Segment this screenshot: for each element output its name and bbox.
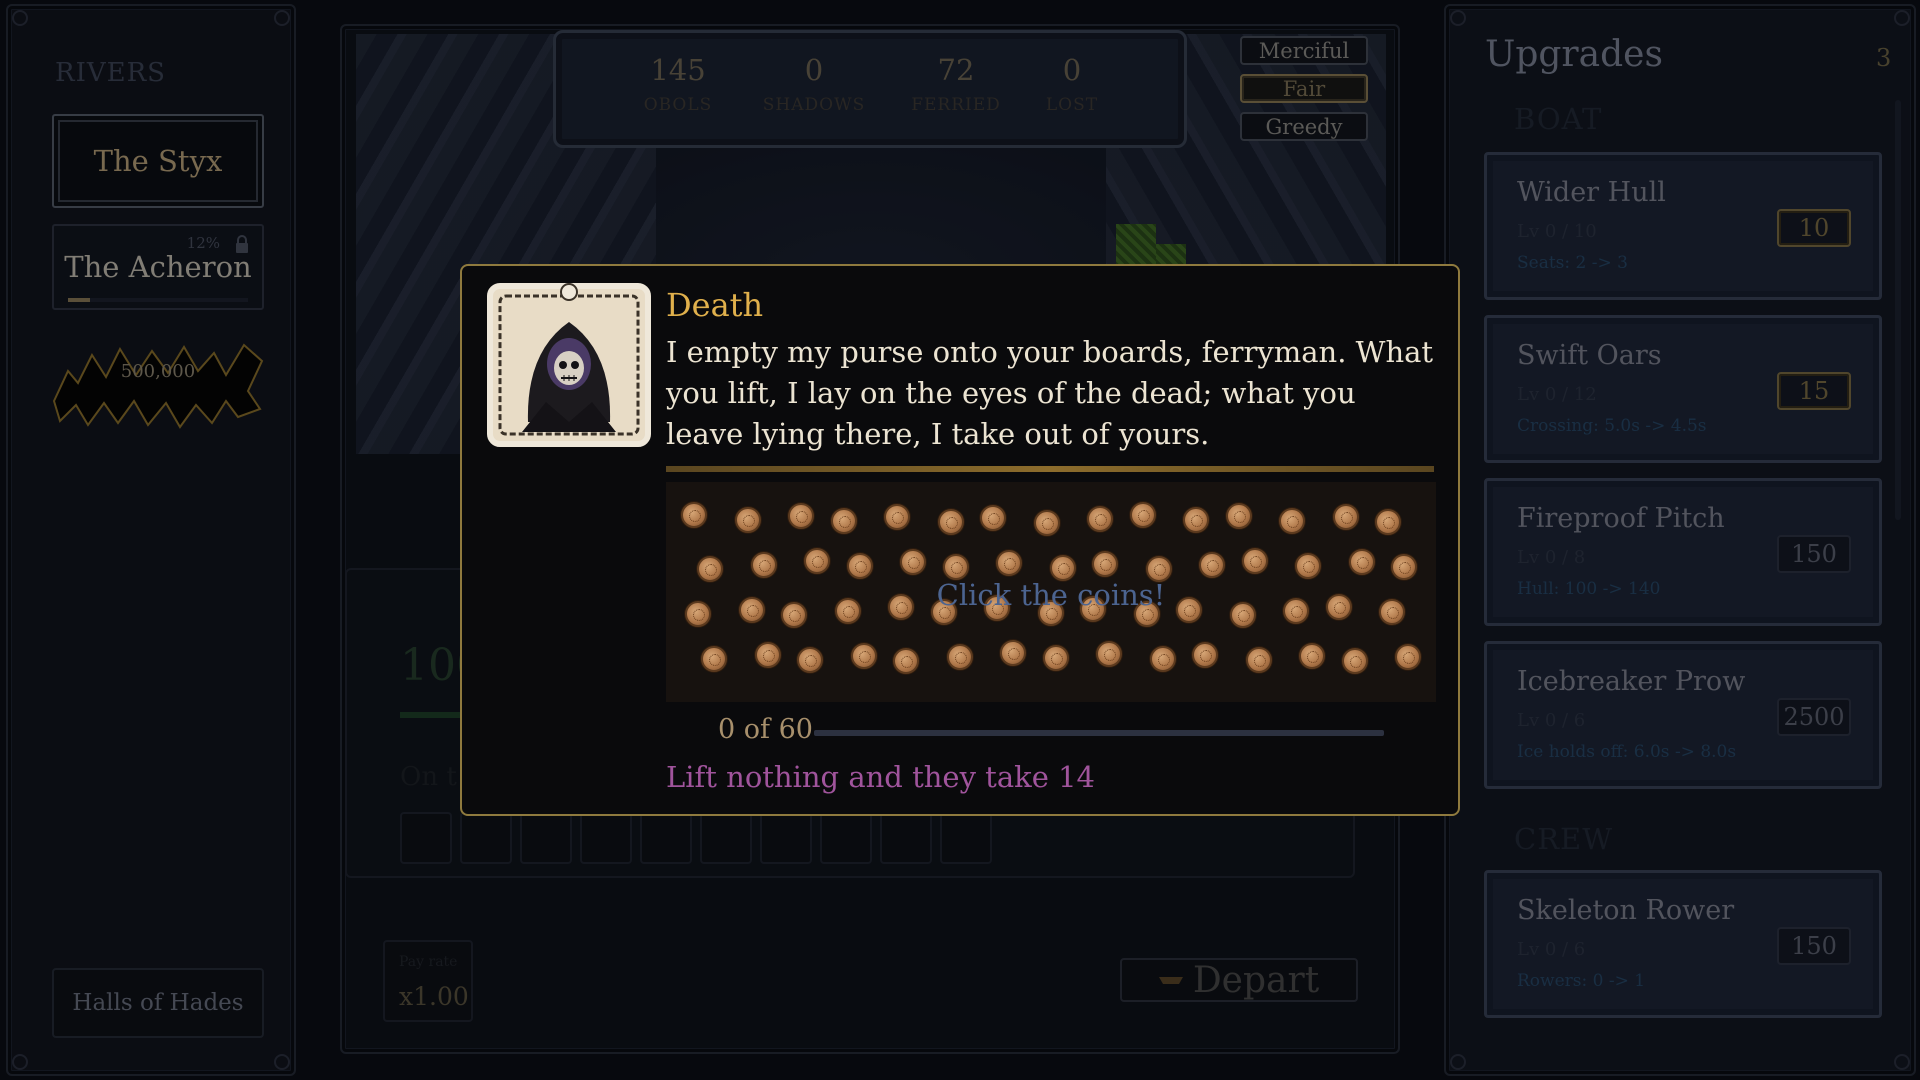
obol-coin[interactable] (850, 643, 877, 669)
obol-coin[interactable] (996, 550, 1022, 576)
obol-coin[interactable] (1000, 640, 1026, 666)
obol-coin[interactable] (1129, 502, 1156, 528)
obol-coin[interactable] (1245, 647, 1272, 673)
obol-coin[interactable] (1092, 551, 1118, 577)
penalty-warning: Lift nothing and they take 14 (666, 760, 1095, 794)
coin-progress-bar (814, 730, 1384, 736)
obol-coin[interactable] (1375, 509, 1401, 535)
obol-coin[interactable] (1279, 508, 1305, 534)
divider (666, 466, 1434, 472)
obol-coin[interactable] (734, 507, 761, 533)
obol-coin[interactable] (797, 647, 823, 673)
obol-coin[interactable] (1241, 548, 1268, 574)
obol-coin[interactable] (937, 509, 964, 535)
obol-coin[interactable] (1332, 504, 1359, 530)
obol-coin[interactable] (893, 648, 919, 674)
speaker-name: Death (666, 286, 764, 324)
obol-coin[interactable] (788, 503, 814, 529)
obol-coin[interactable] (1042, 645, 1069, 671)
obol-coin[interactable] (946, 644, 973, 670)
dialogue-text: I empty my purse onto your boards, ferry… (666, 335, 1434, 451)
obol-coin[interactable] (1395, 644, 1421, 670)
obol-coin[interactable] (1087, 506, 1113, 532)
obol-coin[interactable] (754, 642, 781, 668)
grim-reaper-portrait (487, 283, 651, 447)
obol-coin[interactable] (1149, 646, 1176, 672)
obol-coin[interactable] (830, 508, 857, 534)
obol-coin[interactable] (884, 504, 910, 530)
obol-coin[interactable] (980, 505, 1006, 531)
obol-coin[interactable] (1199, 552, 1225, 578)
obol-coin[interactable] (1225, 503, 1252, 529)
obol-coin[interactable] (701, 646, 727, 672)
obol-coin[interactable] (804, 548, 830, 574)
obol-coin[interactable] (846, 553, 873, 579)
death-dialog: Death I empty my purse onto your boards,… (460, 264, 1460, 816)
obol-coin[interactable] (942, 554, 969, 580)
obol-coin[interactable] (1033, 510, 1060, 536)
obol-coin[interactable] (1341, 648, 1368, 674)
obol-coin[interactable] (900, 549, 926, 575)
obol-coin[interactable] (1096, 641, 1122, 667)
coin-counter: 0 of 60 (718, 714, 813, 745)
click-hint: Click the coins! (936, 578, 1166, 612)
obol-coin[interactable] (1192, 642, 1218, 668)
obol-coin[interactable] (1391, 554, 1417, 580)
obol-coin[interactable] (681, 502, 707, 528)
coin-tray: Click the coins! (666, 482, 1436, 702)
obol-coin[interactable] (750, 552, 777, 578)
obol-coin[interactable] (1299, 643, 1325, 669)
obol-coin[interactable] (1183, 507, 1209, 533)
obol-coin[interactable] (1295, 553, 1321, 579)
obol-coin[interactable] (1348, 549, 1375, 575)
